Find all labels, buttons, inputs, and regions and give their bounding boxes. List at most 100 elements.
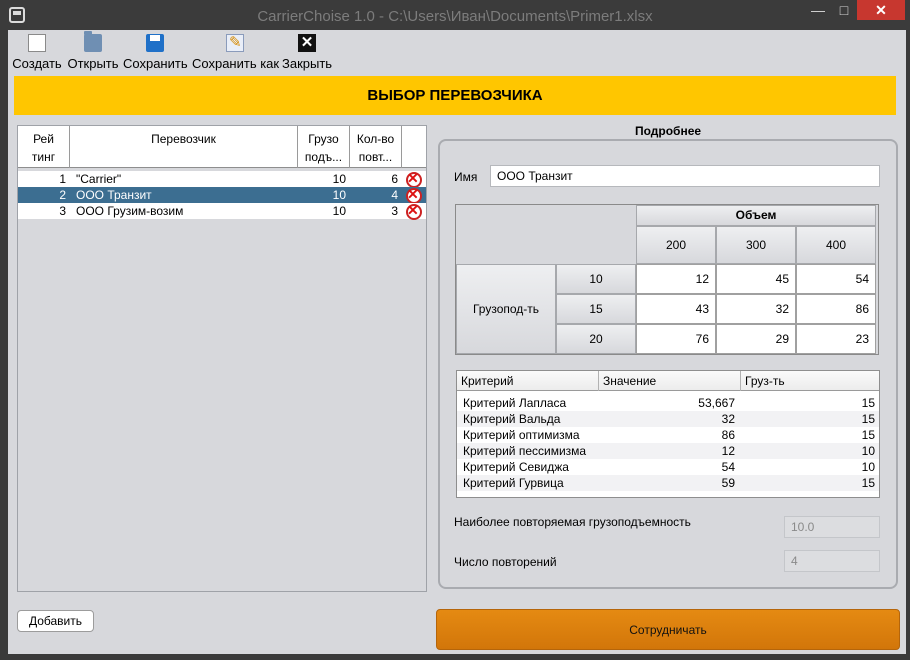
payoff-matrix: Объем 200 300 400 Грузопод-ть 10 15 20 1… [455, 204, 879, 355]
criterion-cell: Критерий Вальда [463, 412, 561, 426]
criteria-row[interactable]: Критерий Лапласа 53,667 15 [457, 395, 879, 411]
capacity-cell: 15 [861, 428, 875, 442]
criteria-row[interactable]: Критерий оптимизма 86 15 [457, 427, 879, 443]
capacity-cell: 10 [332, 172, 346, 186]
criteria-row[interactable]: Критерий Севиджа 54 10 [457, 459, 879, 475]
table-row[interactable]: 3 ООО Грузим-возим 10 3 [18, 202, 426, 220]
delete-row-icon[interactable] [404, 202, 422, 220]
details-title: Подробнее [634, 124, 702, 138]
criteria-row[interactable]: Критерий пессимизма 12 10 [457, 443, 879, 459]
carriers-table-header: Рей тинг Перевозчик Грузо подъ... Кол-во… [18, 126, 426, 168]
capacity-row-header: 15 [556, 294, 636, 324]
carrier-name-cell: ООО Грузим-возим [76, 204, 184, 218]
value-cell: 53,667 [698, 396, 735, 410]
close-icon: ✕ [298, 34, 316, 52]
matrix-cell[interactable]: 86 [796, 294, 876, 324]
criteria-table-header: Критерий Значение Груз-ть [457, 371, 879, 391]
capacity-cell: 10 [861, 444, 875, 458]
table-row-selected[interactable]: 2 ООО Транзит 10 4 [18, 186, 426, 204]
table-row[interactable]: 1 "Carrier" 10 6 [18, 170, 426, 188]
save-as-button[interactable]: Сохранить как [192, 32, 280, 72]
toolbar: Создать Открыть Сохранить Сохранить как … [8, 30, 906, 74]
client-area: Создать Открыть Сохранить Сохранить как … [8, 30, 906, 654]
criteria-row[interactable]: Критерий Вальда 32 15 [457, 411, 879, 427]
matrix-cell[interactable]: 12 [636, 264, 716, 294]
value-cell: 59 [721, 476, 735, 490]
maximize-button[interactable]: □ [831, 0, 857, 20]
count-cell: 4 [391, 188, 398, 202]
count-header-line2: повт... [358, 150, 393, 164]
capacity-column-header[interactable]: Груз-ть [741, 371, 879, 391]
new-document-icon [28, 34, 46, 52]
minimize-button[interactable]: — [805, 0, 831, 20]
close-window-button[interactable]: ✕ [857, 0, 905, 20]
capacity-cell: 15 [861, 412, 875, 426]
add-carrier-button[interactable]: Добавить [17, 610, 94, 632]
value-cell: 32 [721, 412, 735, 426]
count-header-line1: Кол-во [356, 132, 395, 146]
save-button[interactable]: Сохранить [123, 32, 188, 72]
title-bar: CarrierChoise 1.0 - C:\Users\Иван\Docume… [0, 0, 910, 30]
criterion-cell: Критерий пессимизма [463, 444, 587, 458]
count-cell: 3 [391, 204, 398, 218]
rating-cell: 2 [59, 188, 66, 202]
value-column-header[interactable]: Значение [599, 371, 741, 391]
criterion-cell: Критерий оптимизма [463, 428, 580, 442]
matrix-cell[interactable]: 43 [636, 294, 716, 324]
volume-header-cell: 300 [716, 226, 796, 264]
value-cell: 12 [721, 444, 735, 458]
matrix-cell[interactable]: 32 [716, 294, 796, 324]
name-label: Имя [454, 170, 478, 184]
criterion-cell: Критерий Гурвица [463, 476, 564, 490]
save-label: Сохранить [123, 56, 188, 71]
rating-cell: 3 [59, 204, 66, 218]
count-cell: 6 [391, 172, 398, 186]
window-title: CarrierChoise 1.0 - C:\Users\Иван\Docume… [257, 8, 653, 25]
capacity-header-line1: Грузо [308, 132, 339, 146]
close-label: Закрыть [282, 56, 333, 71]
capacity-cell: 15 [861, 396, 875, 410]
save-as-label: Сохранить как [192, 56, 280, 71]
matrix-cell[interactable]: 23 [796, 324, 876, 354]
volume-header-cell: 400 [796, 226, 876, 264]
most-repeated-capacity-field: 10.0 [784, 516, 880, 538]
page-title-banner: ВЫБОР ПЕРЕВОЗЧИКА [14, 76, 896, 115]
rating-column-header[interactable]: Рей тинг [18, 126, 70, 168]
close-file-button[interactable]: ✕ Закрыть [282, 32, 332, 72]
matrix-cell[interactable]: 45 [716, 264, 796, 294]
carrier-name-cell: ООО Транзит [76, 188, 152, 202]
capacity-column-header[interactable]: Грузо подъ... [298, 126, 350, 168]
criterion-cell: Критерий Севиджа [463, 460, 569, 474]
save-as-icon [226, 33, 244, 52]
matrix-cell[interactable]: 54 [796, 264, 876, 294]
create-button[interactable]: Создать [12, 32, 62, 72]
open-label: Открыть [67, 56, 119, 71]
cooperate-button[interactable]: Сотрудничать [436, 609, 900, 650]
value-cell: 54 [721, 460, 735, 474]
value-cell: 86 [721, 428, 735, 442]
capacity-cell: 15 [861, 476, 875, 490]
matrix-cell[interactable]: 29 [716, 324, 796, 354]
criteria-row[interactable]: Критерий Гурвица 59 15 [457, 475, 879, 491]
carrier-column-header[interactable]: Перевозчик [70, 126, 298, 168]
open-button[interactable]: Открыть [67, 31, 119, 72]
carrier-header-label: Перевозчик [151, 132, 216, 146]
repeat-count-field: 4 [784, 550, 880, 572]
capacity-header-line2: подъ... [304, 150, 343, 164]
rating-header-line2: тинг [31, 150, 56, 164]
capacity-cell: 10 [332, 204, 346, 218]
create-label: Создать [12, 56, 62, 71]
delete-row-icon[interactable] [404, 186, 422, 204]
volume-header-cell: 200 [636, 226, 716, 264]
criterion-column-header[interactable]: Критерий [457, 371, 599, 391]
count-column-header[interactable]: Кол-во повт... [350, 126, 402, 168]
criteria-table: Критерий Значение Груз-ть Критерий Лапла… [456, 370, 880, 498]
rating-cell: 1 [59, 172, 66, 186]
delete-row-icon[interactable] [404, 170, 422, 188]
matrix-cell[interactable]: 76 [636, 324, 716, 354]
carrier-name-cell: "Carrier" [76, 172, 122, 186]
name-field[interactable]: ООО Транзит [490, 165, 880, 187]
capacity-cell: 10 [332, 188, 346, 202]
floppy-disk-icon [146, 34, 164, 52]
volume-header: Объем [636, 205, 876, 226]
